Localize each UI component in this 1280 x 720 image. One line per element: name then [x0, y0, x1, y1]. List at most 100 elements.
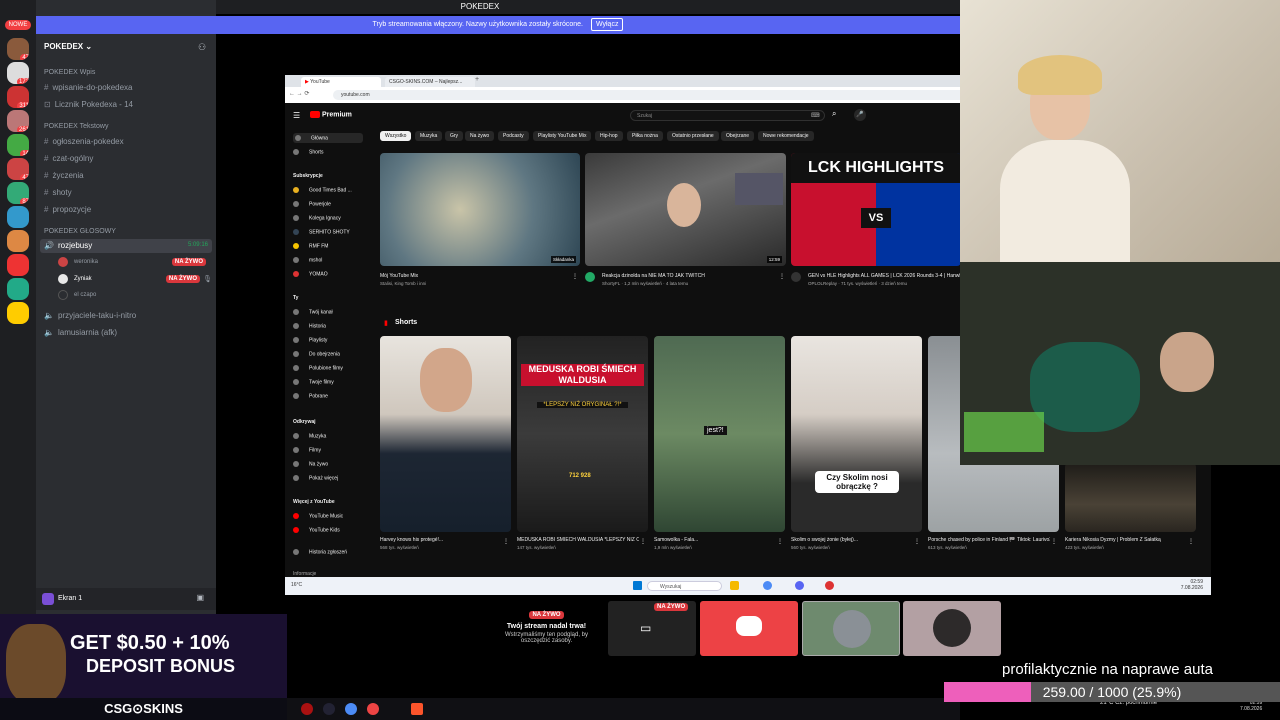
screen-share-bar[interactable]: Ekran 1 ▣ [36, 588, 216, 610]
disable-button[interactable]: Wyłącz [590, 18, 624, 31]
server-icon[interactable] [7, 206, 29, 228]
app-icon[interactable] [301, 703, 313, 715]
short-title[interactable]: MEDUSKA ROBI ŚMIECH WALDUSIA *LEPSZY NIŻ… [517, 537, 639, 543]
app-icon[interactable] [367, 703, 379, 715]
browser-tab-csgo[interactable]: CSGO-SKINS.COM – Najlepsz... [385, 77, 475, 87]
more-options-icon[interactable]: ⋮ [572, 273, 578, 280]
channel-item[interactable]: # shoty [44, 188, 72, 197]
server-icon[interactable] [7, 254, 29, 276]
short-thumbnail[interactable]: MEDUSKA ROBI ŚMIECH WALDUSIA *LEPSZY NIŻ… [517, 336, 648, 532]
server-icon[interactable]: 47 [7, 158, 29, 180]
video-title[interactable]: Mój YouTube Mix [380, 273, 570, 279]
sidebar-report[interactable]: Historia zgłoszeń [293, 549, 347, 555]
sidebar-sub[interactable]: YOMAO [293, 271, 328, 277]
short-title[interactable]: Samowolka - Fala... [654, 537, 776, 543]
sidebar-explore[interactable]: Filmy [293, 447, 321, 453]
short-title[interactable]: Porsche chased by police in Finland 🏁 Ti… [928, 537, 1050, 543]
category-tekstowy[interactable]: POKEDEX Tekstowy [44, 123, 108, 130]
sidebar-sub[interactable]: Good Times Bad ... [293, 187, 352, 193]
discord-icon[interactable] [795, 581, 804, 590]
server-icon[interactable]: 14 [7, 134, 29, 156]
video-title[interactable]: GEN vs HLE Highlights ALL GAMES | LCK 20… [808, 273, 961, 279]
chip[interactable]: Obejrzane [721, 131, 755, 141]
server-icon[interactable] [7, 230, 29, 252]
stop-share-icon[interactable]: ▣ [196, 593, 204, 602]
video-thumbnail[interactable]: 12:59 [585, 153, 786, 266]
subscriptions-heading[interactable]: Subskrypcje [293, 173, 323, 179]
taskbar-clock[interactable]: 02:59 7.08.2026 [1181, 579, 1203, 591]
add-member-icon[interactable]: ⚇ [198, 42, 206, 53]
weather-widget[interactable]: 16°C [291, 582, 302, 588]
sidebar-you[interactable]: Do obejrzenia [293, 351, 340, 357]
keyboard-icon[interactable]: ⌨ [811, 112, 820, 119]
short-thumbnail[interactable] [380, 336, 511, 532]
channel-item[interactable]: # propozycje [44, 205, 91, 214]
short-thumbnail[interactable]: jest?! [654, 336, 785, 532]
menu-icon[interactable]: ☰ [293, 111, 300, 120]
sidebar-more[interactable]: YouTube Music [293, 513, 343, 519]
channel-item[interactable]: ⊡ Licznik Pokedexa - 14 [44, 100, 133, 109]
category-wpis[interactable]: POKEDEX Wpis [44, 69, 95, 76]
taskbar-search[interactable]: Wyszukaj [647, 581, 722, 591]
search-input[interactable]: Szukaj ⌨ [630, 110, 825, 121]
steam-icon[interactable] [323, 703, 335, 715]
voice-channel-active[interactable]: 🔊 rozjebusy 5:09:16 [40, 239, 212, 253]
chip[interactable]: Gry [445, 131, 464, 141]
chip[interactable]: Ostatnio przesłane [667, 131, 719, 141]
more-options-icon[interactable]: ⋮ [640, 538, 646, 545]
sidebar-sub[interactable]: RMF FM [293, 243, 328, 249]
sidebar-sub[interactable]: mshol [293, 257, 322, 263]
channel-item[interactable]: # wpisanie-do-pokedexa [44, 83, 133, 92]
more-options-icon[interactable]: ⋮ [1051, 538, 1057, 545]
channel-item[interactable]: # życzenia [44, 171, 84, 180]
stream-tile[interactable]: NA ŻYWO ▭ [608, 601, 696, 656]
browser-tab-youtube[interactable]: ▶ YouTube [301, 77, 381, 87]
sidebar-item-home[interactable]: Główna [293, 133, 363, 144]
mic-icon[interactable]: 🎤 [854, 109, 866, 121]
sidebar-you[interactable]: Pobrane [293, 393, 328, 399]
youtube-logo[interactable]: Premium [310, 111, 352, 118]
chip[interactable]: Wszystko [380, 131, 412, 141]
channel-item[interactable]: # ogłoszenia-pokedex [44, 137, 124, 146]
sidebar-you[interactable]: Twój kanał [293, 309, 333, 315]
voice-channel[interactable]: 🔈 przyjaciele-taku-i-nitro [44, 311, 136, 320]
sidebar-explore[interactable]: Muzyka [293, 433, 326, 439]
search-icon[interactable]: ⌕ [832, 109, 836, 119]
server-icon[interactable]: 47 [7, 38, 29, 60]
short-thumbnail[interactable]: Czy Skolim nosi obrączkę ? [791, 336, 922, 532]
video-thumbnail[interactable]: Składanka [380, 153, 580, 266]
sidebar-sub[interactable]: SERHITO SHOTY [293, 229, 350, 235]
short-thumbnail[interactable] [1065, 463, 1196, 532]
chrome-icon[interactable] [763, 581, 772, 590]
more-options-icon[interactable]: ⋮ [779, 273, 785, 280]
back-icon[interactable]: ← → ⟳ [289, 90, 309, 97]
chip[interactable]: Playlisty YouTube Mix [533, 131, 592, 141]
sidebar-explore[interactable]: Na żywo [293, 461, 328, 467]
server-icon[interactable] [7, 302, 29, 324]
brave-icon[interactable] [411, 703, 423, 715]
server-name[interactable]: POKEDEX ⌄ [44, 42, 92, 51]
chip[interactable]: Na żywo [465, 131, 495, 141]
sidebar-sub[interactable]: Powerjole [293, 201, 331, 207]
server-icon[interactable]: 172 [7, 62, 29, 84]
short-title[interactable]: Skolim o swojej żonie (byłej)... [791, 537, 913, 543]
user-tile[interactable] [903, 601, 1001, 656]
sidebar-more[interactable]: YouTube Kids [293, 527, 340, 533]
server-icon[interactable]: 87 [7, 182, 29, 204]
sidebar-you[interactable]: Historia [293, 323, 326, 329]
windows-start-icon[interactable] [633, 581, 642, 590]
more-options-icon[interactable]: ⋮ [1188, 538, 1194, 545]
chip[interactable]: Podcasty [498, 131, 529, 141]
you-heading[interactable]: Ty [293, 295, 298, 301]
sidebar-you[interactable]: Twoje filmy [293, 379, 334, 385]
video-thumbnail[interactable]: LCK HIGHLIGHTS VS [791, 153, 961, 266]
channel-item[interactable]: # czat-ogólny [44, 154, 93, 163]
more-options-icon[interactable]: ⋮ [777, 538, 783, 545]
more-options-icon[interactable]: ⋮ [914, 538, 920, 545]
short-title[interactable]: Harvey knows his protegé!... [380, 537, 500, 543]
more-options-icon[interactable]: ⋮ [503, 538, 509, 545]
chip[interactable]: Piłka nożna [627, 131, 663, 141]
sidebar-explore[interactable]: Pokaż więcej [293, 475, 338, 481]
category-glosowy[interactable]: POKEDEX GŁOSOWY [44, 228, 116, 235]
server-icon[interactable]: 261 [7, 110, 29, 132]
